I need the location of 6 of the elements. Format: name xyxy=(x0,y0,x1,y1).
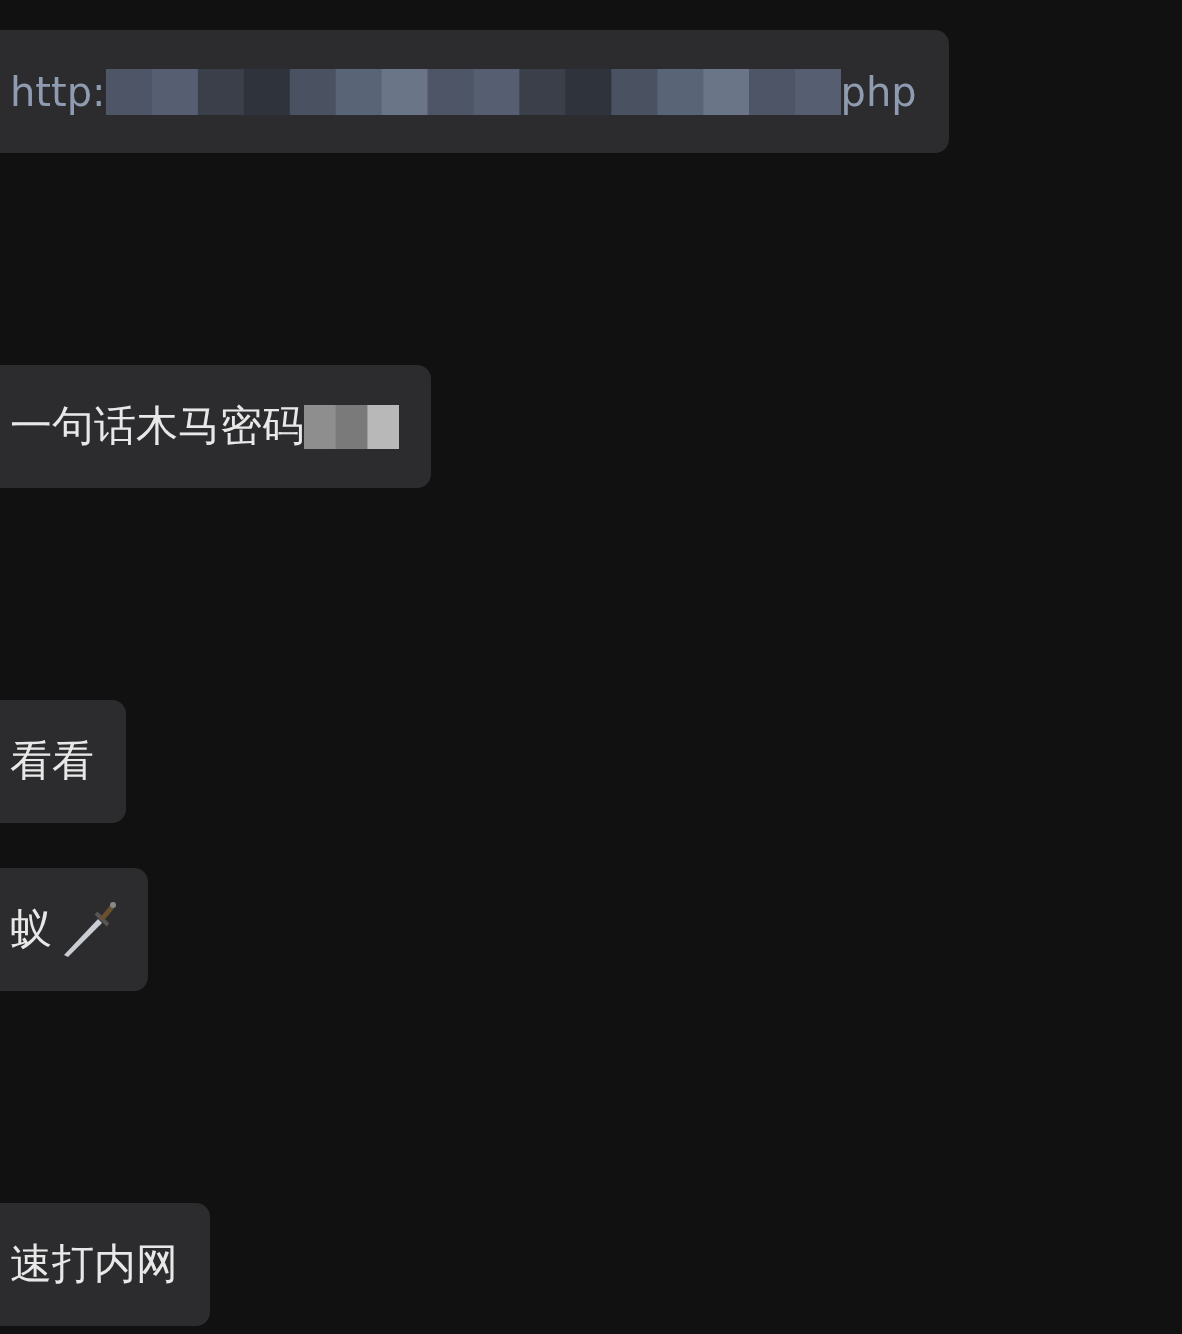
message-link[interactable]: php xyxy=(840,67,917,116)
message-text: 速打内网 xyxy=(10,1239,178,1290)
message-link[interactable]: http: xyxy=(10,67,106,116)
message-text: 看看 xyxy=(10,736,94,787)
message-text: 一句话木马密码 xyxy=(10,401,304,452)
message-text: 蚁 xyxy=(10,904,52,955)
